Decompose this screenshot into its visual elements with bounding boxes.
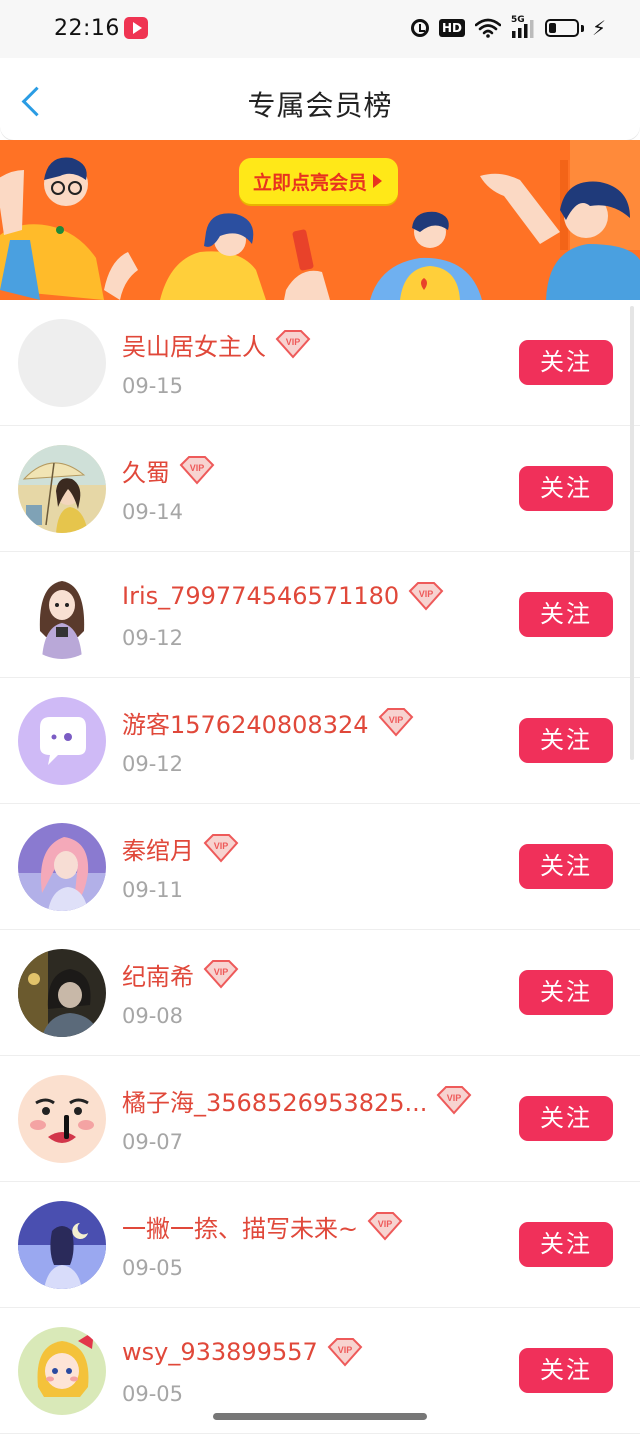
avatar[interactable] (18, 1201, 106, 1289)
member-name-line: 一撇一捺、描写未来~ VIP (122, 1208, 404, 1244)
avatar[interactable] (18, 571, 106, 659)
member-name-line: 橘子海_3568526953825... VIP (122, 1082, 473, 1118)
member-name-line: 久蜀 VIP (122, 452, 216, 488)
avatar[interactable] (18, 823, 106, 911)
scrollbar[interactable] (630, 306, 634, 760)
vip-diamond-icon: VIP (408, 582, 444, 611)
header: 专属会员榜 (0, 58, 640, 140)
5g-signal-icon: 5G (511, 15, 535, 39)
charging-bolt-icon: ⚡︎ (591, 16, 606, 40)
home-indicator[interactable] (213, 1413, 427, 1420)
follow-button[interactable]: 关注 (519, 1348, 613, 1393)
avatar[interactable] (18, 697, 106, 785)
list-item[interactable]: 游客1576240808324 VIP 09-12 关注 (0, 678, 640, 804)
vip-label: VIP (190, 463, 205, 473)
vip-diamond-icon: VIP (327, 1338, 363, 1367)
vip-label: VIP (378, 1219, 393, 1229)
hd-icon: HD (438, 19, 465, 37)
avatar[interactable] (18, 1075, 106, 1163)
member-name: 游客1576240808324 (122, 710, 369, 739)
follow-button[interactable]: 关注 (519, 844, 613, 889)
page-title: 专属会员榜 (247, 89, 393, 122)
avatar[interactable] (18, 1327, 106, 1415)
triangle-right-icon (373, 174, 383, 188)
vip-label: VIP (338, 1345, 353, 1355)
list-item[interactable]: 纪南希 VIP 09-08 关注 (0, 930, 640, 1056)
alarm-icon (410, 19, 429, 37)
follow-button[interactable]: 关注 (519, 340, 613, 385)
list-item[interactable]: 橘子海_3568526953825... VIP 09-07 关注 (0, 1056, 640, 1182)
vip-label: VIP (447, 1093, 462, 1103)
list-item[interactable]: 吴山居女主人 VIP 09-15 关注 (0, 300, 640, 426)
member-date: 09-14 (122, 500, 184, 524)
member-name: 秦绾月 (122, 836, 194, 865)
vip-label: VIP (214, 967, 229, 977)
member-list: 吴山居女主人 VIP 09-15 关注 久蜀 VIP 09-14 关注 Iris… (0, 300, 640, 1434)
battery-cap (580, 24, 584, 32)
avatar[interactable] (18, 319, 106, 407)
member-name-line: 吴山居女主人 VIP (122, 326, 312, 362)
vip-diamond-icon: VIP (179, 456, 215, 485)
member-name-line: 纪南希 VIP (122, 956, 240, 992)
member-name: 久蜀 (122, 458, 170, 487)
member-name: 橘子海_3568526953825... (122, 1088, 428, 1117)
vip-diamond-icon: VIP (367, 1212, 403, 1241)
member-name-line: wsy_933899557 VIP (122, 1334, 364, 1370)
cta-label: 立即点亮会员 (253, 171, 368, 194)
member-name-line: 游客1576240808324 VIP (122, 704, 415, 740)
vip-label: VIP (286, 337, 301, 347)
vip-diamond-icon: VIP (203, 834, 239, 863)
vip-diamond-icon: VIP (378, 708, 413, 737)
member-name: wsy_933899557 (122, 1338, 318, 1366)
list-item[interactable]: 一撇一捺、描写未来~ VIP 09-05 关注 (0, 1182, 640, 1308)
member-name: 吴山居女主人 (122, 332, 266, 361)
member-date: 09-15 (122, 374, 184, 398)
follow-button[interactable]: 关注 (519, 466, 613, 511)
member-date: 09-05 (122, 1382, 184, 1406)
list-item[interactable]: 秦绾月 VIP 09-11 关注 (0, 804, 640, 930)
member-date: 09-07 (122, 1130, 184, 1154)
member-name-line: 秦绾月 VIP (122, 830, 240, 866)
status-icons: HD 5G ⚡︎ (410, 15, 606, 41)
status-bar: 22:16 HD 5G ⚡︎ (0, 0, 640, 58)
list-item[interactable]: Iris_799774546571180 VIP 09-12 关注 (0, 552, 640, 678)
follow-button[interactable]: 关注 (519, 1222, 613, 1267)
follow-button[interactable]: 关注 (519, 1096, 613, 1141)
member-date: 09-05 (122, 1256, 184, 1280)
vip-label: VIP (388, 715, 403, 725)
video-app-icon (124, 17, 148, 39)
member-date: 09-12 (122, 626, 184, 650)
member-name-line: Iris_799774546571180 VIP (122, 578, 445, 614)
vip-label: VIP (214, 841, 229, 851)
follow-button[interactable]: 关注 (519, 718, 613, 763)
avatar[interactable] (18, 445, 106, 533)
wifi-icon (474, 18, 501, 38)
vip-diamond-icon: VIP (275, 330, 311, 359)
follow-button[interactable]: 关注 (519, 970, 613, 1015)
activate-vip-button[interactable]: 立即点亮会员 (239, 158, 399, 204)
vip-label: VIP (419, 589, 434, 599)
member-date: 09-12 (122, 752, 184, 776)
status-time: 22:16 (54, 16, 120, 41)
battery-icon (544, 19, 579, 37)
follow-button[interactable]: 关注 (519, 592, 613, 637)
list-item[interactable]: 久蜀 VIP 09-14 关注 (0, 426, 640, 552)
member-date: 09-08 (122, 1004, 184, 1028)
member-name: 一撇一捺、描写未来~ (122, 1214, 359, 1243)
member-date: 09-11 (122, 878, 184, 902)
member-name: 纪南希 (122, 962, 194, 991)
vip-diamond-icon: VIP (203, 960, 239, 989)
avatar[interactable] (18, 949, 106, 1037)
vip-diamond-icon: VIP (437, 1086, 472, 1115)
member-name: Iris_799774546571180 (122, 582, 400, 610)
